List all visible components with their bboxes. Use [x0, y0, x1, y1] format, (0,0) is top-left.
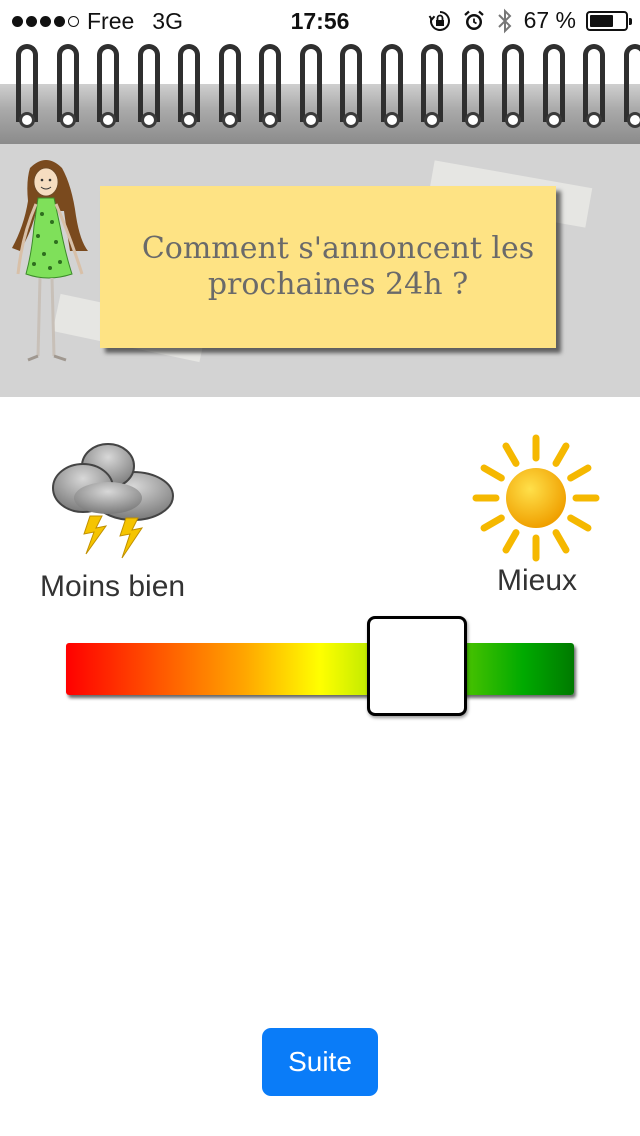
status-right: 67 %	[428, 7, 632, 34]
spiral-hole	[424, 112, 440, 128]
sun-ray	[502, 442, 520, 467]
alarm-icon	[463, 10, 484, 30]
spiral-hole	[59, 112, 76, 128]
sun-ray	[552, 442, 570, 467]
spiral-ring	[461, 44, 484, 122]
spiral-hole	[140, 112, 157, 128]
spiral-ring	[178, 44, 200, 122]
battery-fill	[590, 14, 613, 27]
spiral-ring	[421, 44, 443, 122]
spiral-hole	[545, 112, 562, 128]
bluetooth-icon	[497, 8, 511, 33]
status-bar: Free 3G 17:56 67 %	[0, 0, 640, 40]
sun-ray	[567, 464, 592, 482]
spiral-ring	[16, 44, 38, 122]
spiral-ring	[56, 44, 79, 122]
spiral-hole	[19, 112, 35, 128]
spiral-ring	[299, 44, 322, 122]
sun-ray	[567, 514, 592, 532]
sun-icon	[472, 434, 600, 562]
spiral-ring	[340, 44, 362, 122]
label-less-good: Moins bien	[40, 570, 186, 603]
spiral-hole	[221, 112, 238, 128]
spiral-hole	[181, 112, 197, 128]
spiral-hole	[464, 112, 481, 128]
spiral-hole	[262, 112, 278, 128]
spiral-hole	[586, 112, 602, 128]
spiral-ring	[218, 44, 241, 122]
spiral-hole	[343, 112, 359, 128]
sun-ray	[502, 529, 520, 554]
battery-icon	[586, 10, 632, 31]
question-text: Comment s'annoncent les prochaines 24h ?	[128, 231, 548, 303]
spiral-ring	[97, 44, 119, 122]
storm-cloud-icon	[52, 443, 174, 559]
sun-ray	[552, 529, 570, 554]
next-button[interactable]: Suite	[262, 1028, 378, 1096]
spiral-ring	[542, 44, 565, 122]
rotation-lock-icon	[428, 10, 450, 31]
question-line-2: prochaines 24h ?	[207, 267, 469, 302]
spiral-ring	[623, 44, 640, 122]
notebook-spiral-binding	[0, 40, 640, 144]
spiral-ring	[380, 44, 403, 122]
battery-percent: 67 %	[523, 7, 576, 33]
sun-ray	[480, 514, 505, 532]
question-line-1: Comment s'annoncent les	[141, 231, 535, 266]
sun-ray	[480, 464, 505, 482]
spiral-hole	[505, 112, 521, 128]
sticky-note: Comment s'annoncent les prochaines 24h ?	[100, 186, 556, 348]
girl-illustration-icon	[12, 160, 88, 362]
spiral-ring	[259, 44, 281, 122]
question-panel: Comment s'annoncent les prochaines 24h ?	[0, 144, 640, 397]
spiral-ring	[137, 44, 160, 122]
spiral-hole	[302, 112, 319, 128]
spiral-hole	[100, 112, 116, 128]
spiral-hole	[626, 112, 640, 128]
label-better: Mieux	[497, 564, 578, 597]
spiral-ring	[502, 44, 524, 122]
spiral-hole	[383, 112, 400, 128]
mood-slider-track[interactable]	[66, 643, 574, 695]
spiral-ring	[583, 44, 605, 122]
mood-slider-thumb[interactable]	[367, 616, 467, 716]
